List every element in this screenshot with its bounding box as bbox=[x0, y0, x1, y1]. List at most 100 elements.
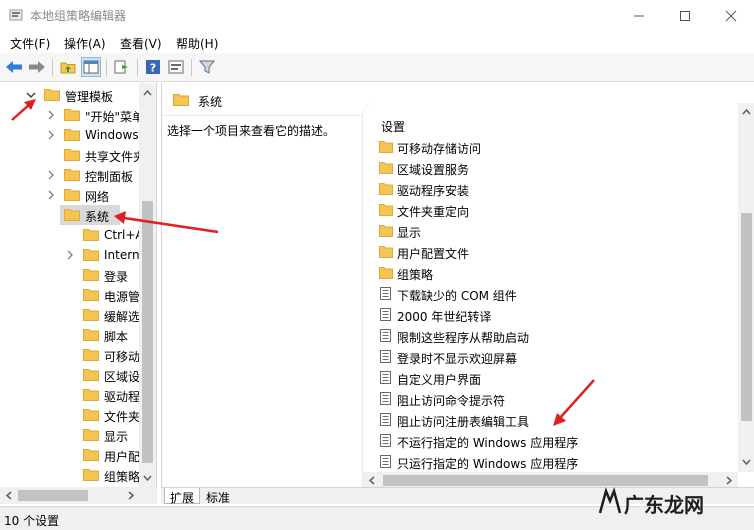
maximize-button[interactable] bbox=[662, 0, 708, 31]
tree-item-label: 控制面板 bbox=[85, 170, 134, 184]
tree-vertical-scrollbar[interactable] bbox=[139, 83, 156, 487]
folder-icon bbox=[83, 229, 99, 241]
settings-column-header[interactable]: 设置 bbox=[381, 118, 405, 135]
tree-item[interactable]: 电源管理 bbox=[0, 285, 140, 305]
list-setting-item[interactable]: 下载缺少的 COM 组件 bbox=[379, 284, 729, 305]
folder-icon bbox=[173, 94, 189, 106]
show-hide-tree-button[interactable] bbox=[81, 57, 101, 77]
chevron-down-icon[interactable] bbox=[26, 89, 36, 101]
minimize-icon bbox=[634, 15, 644, 16]
tree-item-label: 电源管理 bbox=[104, 290, 140, 304]
filter-button[interactable] bbox=[197, 57, 217, 77]
list-setting-item[interactable]: 只运行指定的 Windows 应用程序 bbox=[379, 452, 729, 473]
tab-standard[interactable]: 标准 bbox=[201, 488, 235, 505]
list-folder-item[interactable]: 区域设置服务 bbox=[379, 158, 729, 179]
toolbar-separator bbox=[106, 59, 107, 76]
list-setting-item[interactable]: 限制这些程序从帮助启动 bbox=[379, 326, 729, 347]
folder-icon bbox=[64, 129, 80, 141]
list-folder-item[interactable]: 组策略 bbox=[379, 263, 729, 284]
tree-item-label: 显示 bbox=[104, 430, 129, 444]
list-folder-item[interactable]: 用户配置文件 bbox=[379, 242, 729, 263]
tree-vertical-scroll-thumb[interactable] bbox=[142, 201, 153, 463]
forward-button[interactable] bbox=[27, 57, 47, 77]
help-button[interactable]: ? bbox=[143, 57, 163, 77]
settings-list[interactable]: 设置 可移动存储访问 区域设置服务 驱动程序安装 文件夹重定向显示用户配置文件组策略下… bbox=[363, 103, 738, 489]
help-icon: ? bbox=[146, 60, 160, 75]
tree-item[interactable]: 网络 bbox=[0, 185, 140, 205]
list-folder-item[interactable]: 文件夹重定向 bbox=[379, 200, 729, 221]
tree-item[interactable]: 驱动程序 bbox=[0, 385, 140, 405]
folder-icon bbox=[83, 329, 99, 341]
properties-button[interactable] bbox=[166, 57, 186, 77]
back-button[interactable] bbox=[4, 57, 24, 77]
tree-item-label: Windows bbox=[85, 128, 139, 142]
list-setting-item[interactable]: 自定义用户界面 bbox=[379, 368, 729, 389]
tree-item[interactable]: 显示 bbox=[0, 425, 140, 445]
chevron-right-icon[interactable] bbox=[46, 169, 56, 181]
minimize-button[interactable] bbox=[616, 0, 662, 31]
tree-item-label: 网络 bbox=[85, 190, 110, 204]
list-item-label: 不运行指定的 Windows 应用程序 bbox=[397, 436, 579, 450]
folder-icon bbox=[83, 269, 99, 281]
tree-item[interactable]: 组策略 bbox=[0, 465, 140, 485]
tree-item[interactable]: Windows bbox=[0, 125, 140, 145]
menu-action[interactable]: 操作(A) bbox=[64, 35, 106, 52]
tab-extended[interactable]: 扩展 bbox=[164, 488, 201, 505]
list-vertical-scrollbar[interactable] bbox=[738, 103, 754, 472]
folder-icon bbox=[379, 225, 393, 237]
list-folder-item[interactable]: 驱动程序安装 bbox=[379, 179, 729, 200]
tree-item-label: 驱动程序 bbox=[104, 390, 140, 404]
list-setting-item[interactable]: 阻止访问注册表编辑工具 bbox=[379, 410, 729, 431]
list-setting-item[interactable]: 不运行指定的 Windows 应用程序 bbox=[379, 431, 729, 452]
tree-item-label: Ctrl+Alt bbox=[104, 228, 140, 242]
list-item-label: 用户配置文件 bbox=[397, 247, 470, 261]
list-setting-item[interactable]: 阻止访问命令提示符 bbox=[379, 389, 729, 410]
tree-item[interactable]: 共享文件夹 bbox=[0, 145, 140, 165]
tree-item[interactable]: "开始"菜单 bbox=[0, 105, 140, 125]
export-list-button[interactable] bbox=[112, 57, 132, 77]
list-setting-item[interactable]: 登录时不显示欢迎屏幕 bbox=[379, 347, 729, 368]
close-button[interactable] bbox=[708, 0, 754, 31]
window-title: 本地组策略编辑器 bbox=[30, 9, 127, 23]
folder-icon bbox=[379, 183, 393, 195]
chevron-right-icon[interactable] bbox=[46, 109, 56, 121]
tree-item[interactable]: 系统 bbox=[60, 205, 120, 225]
description-text: 选择一个项目来查看它的描述。 bbox=[167, 124, 336, 138]
folder-icon bbox=[83, 309, 99, 321]
tree-item[interactable]: 用户配置 bbox=[0, 445, 140, 465]
title-bar[interactable]: 本地组策略编辑器 bbox=[0, 0, 754, 31]
chevron-right-icon[interactable] bbox=[46, 189, 56, 201]
tree-item[interactable]: 文件夹重 bbox=[0, 405, 140, 425]
tree-horizontal-scrollbar[interactable] bbox=[0, 487, 157, 504]
tree-item[interactable]: 可移动存储 bbox=[0, 345, 140, 365]
tree-item[interactable]: Ctrl+Alt bbox=[0, 225, 140, 245]
tree-item[interactable]: 管理模板 bbox=[0, 85, 140, 105]
folder-icon bbox=[83, 389, 99, 401]
list-vertical-scroll-thumb[interactable] bbox=[741, 213, 752, 421]
folder-icon bbox=[64, 209, 80, 221]
list-folder-item[interactable]: 显示 bbox=[379, 221, 729, 242]
tree-item[interactable]: 脚本 bbox=[0, 325, 140, 345]
tree-item[interactable]: 缓解选项 bbox=[0, 305, 140, 325]
tree-item[interactable]: 登录 bbox=[0, 265, 140, 285]
navigation-tree[interactable]: 管理模板 "开始"菜单 Windows 共享文件夹控制面板网络系统 Ctrl+Alt In… bbox=[0, 83, 157, 487]
tree-horizontal-scroll-thumb[interactable] bbox=[18, 490, 88, 501]
list-folder-item[interactable]: 可移动存储访问 bbox=[379, 137, 729, 158]
list-item-label: 只运行指定的 Windows 应用程序 bbox=[397, 457, 579, 471]
list-setting-item[interactable]: 2000 年世纪转译 bbox=[379, 305, 729, 326]
list-item-label: 显示 bbox=[397, 226, 422, 240]
folder-icon bbox=[83, 349, 99, 361]
menu-help[interactable]: 帮助(H) bbox=[176, 35, 218, 52]
tree-item[interactable]: 控制面板 bbox=[0, 165, 140, 185]
chevron-right-icon[interactable] bbox=[65, 249, 75, 261]
up-level-button[interactable] bbox=[58, 57, 78, 77]
tree-item[interactable]: Internet bbox=[0, 245, 140, 265]
tree-item[interactable]: 区域设置 bbox=[0, 365, 140, 385]
chevron-right-icon[interactable] bbox=[46, 129, 56, 141]
menu-file[interactable]: 文件(F) bbox=[10, 35, 50, 52]
policy-setting-icon bbox=[380, 287, 391, 300]
menu-view[interactable]: 查看(V) bbox=[120, 35, 162, 52]
toolbar-separator bbox=[191, 59, 192, 76]
list-item-label: 阻止访问命令提示符 bbox=[397, 394, 506, 408]
policy-setting-icon bbox=[380, 371, 391, 384]
